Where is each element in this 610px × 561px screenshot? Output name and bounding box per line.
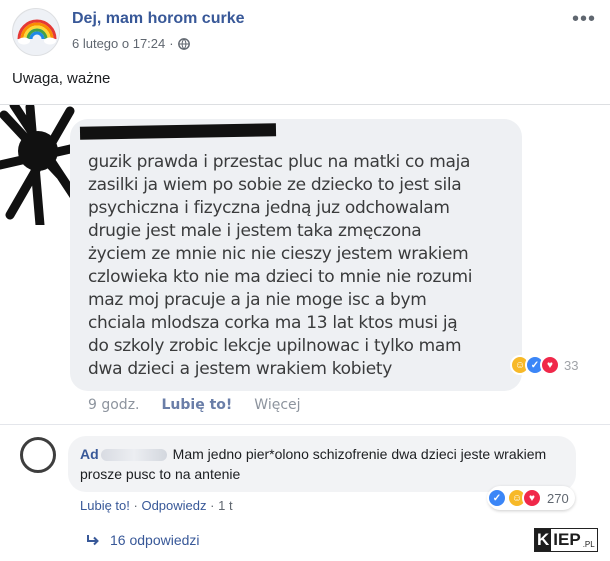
like-reaction-icon: ✓ bbox=[487, 488, 507, 508]
comment-bubble: Ad Mam jedno pier*olono schizofrenie dwa … bbox=[68, 436, 576, 492]
kiep-watermark: K IEP .PL bbox=[534, 528, 598, 552]
watermark-rest: IEP bbox=[553, 530, 581, 549]
comment-author[interactable]: Ad bbox=[80, 446, 99, 462]
page-name[interactable]: Dej, mam horom curke bbox=[72, 10, 245, 28]
commenter-avatar[interactable] bbox=[20, 437, 56, 473]
view-replies-link[interactable]: 16 odpowiedzi bbox=[86, 532, 200, 548]
comment-reactions[interactable]: ✓ ☺ ♥ 270 bbox=[487, 486, 575, 510]
post-text: Uwaga, ważne bbox=[12, 70, 111, 87]
comment-sep-1: · bbox=[133, 498, 138, 513]
quoted-time: 9 godz. bbox=[88, 397, 140, 413]
comment-reply-button[interactable]: Odpowiedz bbox=[141, 498, 206, 513]
rainbow-icon bbox=[13, 9, 59, 55]
blurred-surname bbox=[100, 449, 167, 462]
watermark-pl: .PL bbox=[582, 540, 595, 549]
love-reaction-icon: ♥ bbox=[522, 488, 542, 508]
love-reaction-icon: ♥ bbox=[540, 355, 560, 375]
quoted-more-label: Więcej bbox=[254, 397, 301, 413]
reply-arrow-icon bbox=[87, 535, 99, 546]
post-date[interactable]: 6 lutego o 17:24 bbox=[72, 36, 165, 51]
quoted-actions: 9 godz. Lubię to! Więcej bbox=[88, 397, 301, 413]
comment-sep-2: · bbox=[210, 498, 215, 513]
watermark-k: K bbox=[535, 529, 552, 551]
meta-separator: · bbox=[169, 36, 174, 51]
quoted-like-label: Lubię to! bbox=[161, 397, 233, 413]
post-image[interactable]: guzik prawda i przestac pluc na matki co… bbox=[0, 104, 610, 422]
quoted-reactions: ☺ ✓ ♥ 33 bbox=[510, 355, 578, 375]
quoted-comment-text: guzik prawda i przestac pluc na matki co… bbox=[88, 152, 473, 379]
comment-time[interactable]: 1 t bbox=[218, 498, 232, 513]
post-meta: 6 lutego o 17:24 · bbox=[72, 36, 190, 51]
comment-like-button[interactable]: Lubię to! bbox=[80, 498, 130, 513]
quoted-reaction-count: 33 bbox=[564, 357, 579, 373]
comment-divider bbox=[0, 424, 610, 425]
globe-icon[interactable] bbox=[177, 37, 190, 50]
comment-actions: Lubię to! · Odpowiedz · 1 t bbox=[80, 498, 233, 513]
replies-count-label: 16 odpowiedzi bbox=[110, 532, 200, 548]
more-icon[interactable]: ••• bbox=[572, 8, 596, 31]
comment-reaction-count: 270 bbox=[547, 490, 569, 506]
page-avatar[interactable] bbox=[12, 8, 60, 56]
